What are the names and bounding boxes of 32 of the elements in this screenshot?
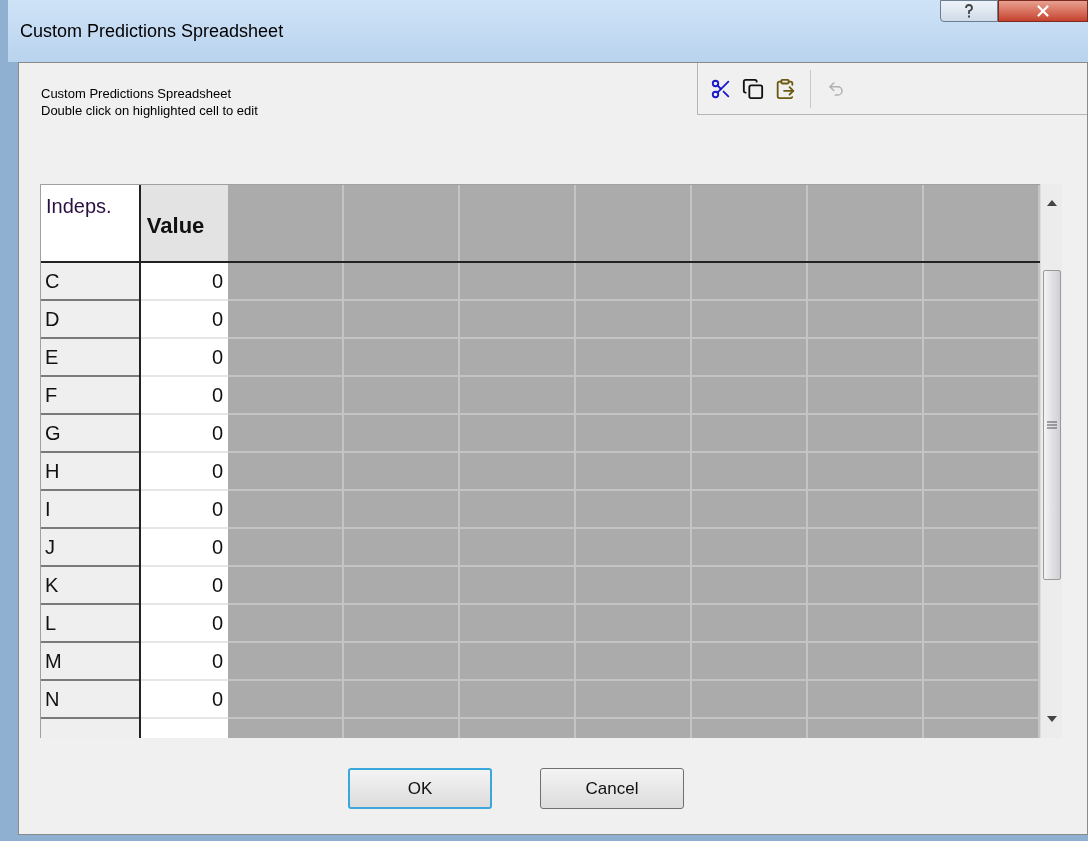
close-button[interactable] <box>998 0 1088 22</box>
copy-icon <box>742 77 764 100</box>
value-cell[interactable]: 0 <box>140 415 228 453</box>
value-cell[interactable]: 0 <box>140 605 228 643</box>
scissors-icon <box>710 77 732 100</box>
value-cell[interactable]: 0 <box>140 567 228 605</box>
column-header: Indeps. <box>41 185 139 263</box>
dialog-button[interactable]: OK <box>348 768 492 809</box>
help-button[interactable] <box>940 0 998 22</box>
scroll-up-icon[interactable] <box>1046 200 1057 206</box>
dialog-button[interactable]: Cancel <box>540 768 684 809</box>
value-cell[interactable]: 0 <box>140 453 228 491</box>
question-mark-icon <box>964 4 974 18</box>
value-cell[interactable]: 0 <box>140 301 228 339</box>
grip-icon <box>1046 421 1057 429</box>
vertical-scrollbar[interactable] <box>1040 184 1062 738</box>
column-header: Value <box>140 185 228 263</box>
close-icon <box>1034 2 1052 20</box>
instruction-text: Custom Predictions Spreadsheet <box>41 85 233 102</box>
clipboard-icon <box>774 77 796 100</box>
undo-icon <box>827 79 845 98</box>
value-cell[interactable]: 0 <box>140 377 228 415</box>
scroll-down-icon[interactable] <box>1046 716 1057 722</box>
scrollbar-thumb[interactable] <box>1042 270 1061 580</box>
instruction-text: Double click on highlighted cell to edit <box>41 102 258 119</box>
value-cell[interactable]: 0 <box>140 491 228 529</box>
value-cell[interactable]: 0 <box>140 339 228 377</box>
value-cell[interactable]: 0 <box>140 263 228 301</box>
value-cell[interactable]: 0 <box>140 681 228 719</box>
value-cell[interactable]: 0 <box>140 529 228 567</box>
window-title: Custom Predictions Spreadsheet <box>20 20 284 43</box>
value-cell[interactable]: 0 <box>140 643 228 681</box>
